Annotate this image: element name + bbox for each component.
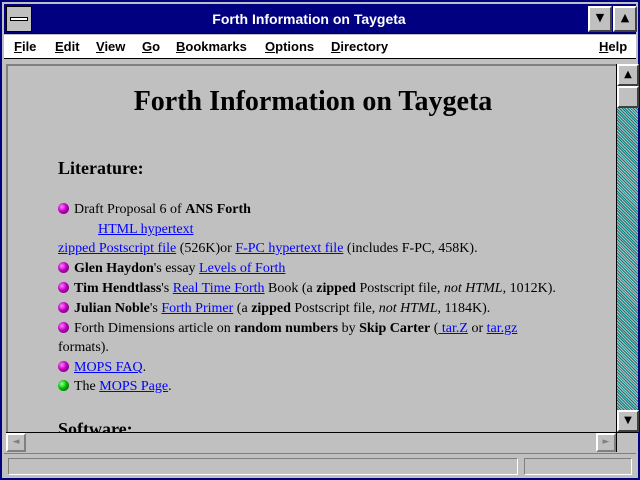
ans-postscript-line: zipped Postscript file (526K)or F-PC hyp… [58, 241, 478, 256]
fpc-hypertext-link[interactable]: F-PC hypertext file [235, 241, 343, 256]
menu-bookmarks[interactable]: Bookmarks [176, 35, 247, 59]
horizontal-scrollbar[interactable]: ◄ ► [6, 432, 616, 452]
menu-edit[interactable]: Edit [55, 35, 80, 59]
bullet-icon [58, 262, 69, 273]
page-content[interactable]: Forth Information on Taygeta Literature:… [6, 64, 616, 432]
list-item-hendtlass: Tim Hendtlass's Real Time Forth Book (a … [58, 280, 556, 298]
list-item-ans-forth: Draft Proposal 6 of ANS Forth [58, 201, 251, 219]
arrow-up-icon: ▲ [624, 69, 632, 80]
progress-indicator [524, 458, 632, 475]
minimize-icon: ▼ [595, 11, 605, 24]
forth-primer-link[interactable]: Forth Primer [161, 301, 233, 316]
arrow-left-icon: ◄ [12, 437, 20, 447]
mops-faq-link[interactable]: MOPS FAQ [74, 360, 143, 375]
maximize-button[interactable]: ▲ [613, 6, 637, 32]
arrow-down-icon: ▼ [624, 415, 632, 426]
ans-html-link[interactable]: HTML hypertext [98, 222, 194, 237]
bullet-icon [58, 302, 69, 313]
menu-directory[interactable]: Directory [331, 35, 388, 59]
list-item-haydon: Glen Haydon's essay Levels of Forth [58, 260, 285, 278]
ans-html-line: HTML hypertext [98, 221, 194, 239]
bullet-icon [58, 322, 69, 333]
menu-file[interactable]: File [14, 35, 36, 59]
scroll-right-button[interactable]: ► [596, 433, 616, 452]
menu-view[interactable]: View [96, 35, 125, 59]
list-item-noble: Julian Noble's Forth Primer (a zipped Po… [58, 300, 490, 318]
scroll-up-button[interactable]: ▲ [617, 64, 639, 86]
window-title: Forth Information on Taygeta [212, 11, 406, 27]
menu-help[interactable]: Help [599, 35, 627, 59]
forth-dimensions-continuation: formats). [58, 340, 109, 355]
levels-of-forth-link[interactable]: Levels of Forth [199, 261, 285, 276]
literature-heading: Literature: [58, 158, 144, 178]
menu-options[interactable]: Options [265, 35, 314, 59]
list-item-mops-faq: MOPS FAQ. [58, 359, 146, 377]
menu-go[interactable]: Go [142, 35, 160, 59]
system-menu-icon [10, 17, 28, 21]
scrollbar-corner [616, 432, 638, 452]
minimize-button[interactable]: ▼ [588, 6, 612, 32]
title-bar[interactable]: Forth Information on Taygeta ▼ ▲ [4, 4, 637, 34]
mops-page-link[interactable]: MOPS Page [99, 379, 168, 394]
bullet-icon [58, 380, 69, 391]
page-title: Forth Information on Taygeta [133, 86, 493, 117]
list-item-mops-page: The MOPS Page. [58, 378, 172, 396]
tar-gz-link[interactable]: tar.gz [487, 321, 518, 336]
bullet-icon [58, 361, 69, 372]
menu-bar: File Edit View Go Bookmarks Options Dire… [4, 35, 636, 59]
maximize-icon: ▲ [620, 11, 630, 24]
software-heading: Software: [58, 419, 133, 432]
bullet-icon [58, 203, 69, 214]
vertical-scrollbar[interactable]: ▲ ▼ [616, 64, 639, 432]
scroll-down-button[interactable]: ▼ [617, 410, 639, 432]
ans-postscript-link[interactable]: zipped Postscript file [58, 241, 176, 256]
real-time-forth-link[interactable]: Real Time Forth [173, 281, 265, 296]
list-item-forth-dimensions: Forth Dimensions article on random numbe… [58, 320, 517, 338]
bullet-icon [58, 282, 69, 293]
vertical-scroll-thumb[interactable] [617, 86, 639, 108]
arrow-right-icon: ► [602, 437, 610, 447]
browser-window: Forth Information on Taygeta ▼ ▲ File Ed… [0, 0, 640, 480]
status-bar [4, 453, 636, 478]
system-menu-button[interactable] [6, 6, 32, 32]
scroll-left-button[interactable]: ◄ [6, 433, 26, 452]
tar-z-link[interactable]: tar.Z [438, 321, 468, 336]
status-text [8, 458, 518, 475]
